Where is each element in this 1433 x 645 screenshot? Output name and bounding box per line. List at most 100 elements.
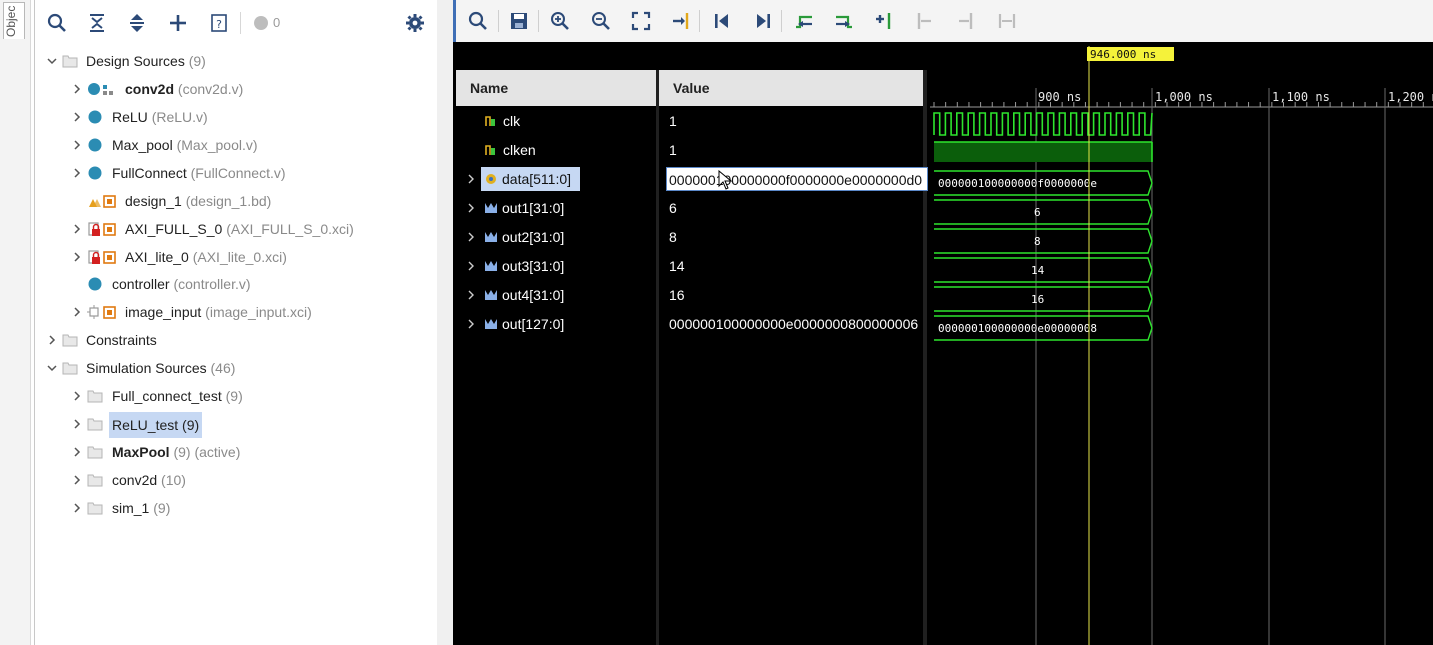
bus-signal-icon bbox=[486, 174, 496, 184]
go-to-cursor-icon[interactable] bbox=[669, 9, 693, 33]
tree-suffix: (9) bbox=[182, 417, 200, 433]
bus-value-out2: 8 bbox=[1034, 235, 1041, 248]
objects-side-tab[interactable]: Objec bbox=[0, 0, 31, 645]
locked-ip-icon bbox=[88, 250, 116, 264]
chevron-right-icon[interactable] bbox=[467, 261, 475, 271]
go-to-start-icon[interactable] bbox=[710, 9, 734, 33]
tree-suffix: (image_input.xci) bbox=[205, 304, 312, 320]
chevron-right-icon[interactable] bbox=[72, 252, 82, 262]
tree-item-axi-full-s-0[interactable]: AXI_FULL_S_0 (AXI_FULL_S_0.xci) bbox=[35, 217, 435, 241]
chevron-right-icon[interactable] bbox=[72, 307, 82, 317]
signal-name: out[127:0] bbox=[502, 316, 565, 332]
chevron-right-icon[interactable] bbox=[72, 447, 82, 457]
verilog-module-icon bbox=[88, 110, 102, 124]
sources-toolbar: ? 0 bbox=[35, 0, 438, 46]
previous-transition-icon[interactable] bbox=[792, 9, 816, 33]
tree-label: sim_1 bbox=[112, 500, 150, 516]
tree-label: Simulation Sources bbox=[86, 360, 207, 376]
chevron-right-icon[interactable] bbox=[72, 168, 82, 178]
chevron-right-icon[interactable] bbox=[467, 232, 475, 242]
objects-tab-label[interactable]: Objec bbox=[3, 2, 25, 39]
verilog-module-icon bbox=[88, 138, 102, 152]
gear-icon[interactable] bbox=[403, 11, 427, 35]
tree-suffix: (9) (active) bbox=[173, 444, 241, 460]
name-column-header[interactable]: Name bbox=[456, 70, 656, 106]
tree-item-simulation-sources[interactable]: Simulation Sources (46) bbox=[35, 356, 435, 380]
tree-item-max-pool[interactable]: Max_pool (Max_pool.v) bbox=[35, 133, 435, 157]
panel-splitter[interactable] bbox=[437, 0, 453, 645]
chevron-right-icon[interactable] bbox=[72, 419, 82, 429]
tree-item-relu-test[interactable]: ReLU_test (9) bbox=[35, 412, 435, 438]
signal-bit-icon bbox=[485, 145, 495, 155]
bus-value-out4: 16 bbox=[1031, 293, 1044, 306]
signal-value: 1 bbox=[669, 142, 677, 158]
tree-item-image-input[interactable]: image_input (image_input.xci) bbox=[35, 300, 435, 324]
chevron-right-icon[interactable] bbox=[72, 475, 82, 485]
status-dot-icon[interactable] bbox=[249, 11, 273, 35]
expand-all-icon[interactable] bbox=[125, 11, 149, 35]
signal-name: out3[31:0] bbox=[502, 258, 565, 274]
zoom-in-icon[interactable] bbox=[548, 9, 572, 33]
waveform-canvas[interactable]: 900 ns 1,000 ns 1,100 ns 1,200 ns 000000… bbox=[930, 42, 1433, 645]
tree-label: design_1 bbox=[125, 193, 182, 209]
signal-value: 1 bbox=[669, 113, 677, 129]
tree-item-design-sources[interactable]: Design Sources (9) bbox=[35, 49, 435, 73]
add-marker-icon[interactable] bbox=[872, 9, 896, 33]
value-column-header[interactable]: Value bbox=[659, 70, 923, 106]
signal-name: out1[31:0] bbox=[502, 200, 565, 216]
collapse-all-icon[interactable] bbox=[85, 11, 109, 35]
signal-name: out2[31:0] bbox=[502, 229, 565, 245]
folder-icon bbox=[62, 362, 78, 375]
tree-label: AXI_FULL_S_0 bbox=[125, 221, 223, 237]
signal-value: 000000100000000e0000000800000006 bbox=[669, 316, 919, 332]
tree-suffix: (46) bbox=[210, 360, 236, 376]
chevron-right-icon[interactable] bbox=[467, 174, 475, 184]
tree-item-constraints[interactable]: Constraints bbox=[35, 328, 435, 352]
chevron-right-icon[interactable] bbox=[72, 503, 82, 513]
tree-suffix: (AXI_FULL_S_0.xci) bbox=[226, 221, 354, 237]
tree-suffix: (design_1.bd) bbox=[185, 193, 272, 209]
search-icon[interactable] bbox=[466, 9, 490, 33]
tree-suffix: (9) bbox=[188, 53, 206, 69]
chevron-right-icon[interactable] bbox=[467, 203, 475, 213]
tree-item-controller[interactable]: controller (controller.v) bbox=[35, 272, 435, 296]
next-transition-icon[interactable] bbox=[832, 9, 856, 33]
tree-item-design-1[interactable]: design_1 (design_1.bd) bbox=[35, 189, 435, 213]
signal-value-selected[interactable]: 000000100000000f0000000e0000000d0 bbox=[666, 167, 928, 191]
tree-item-conv2d-sim[interactable]: conv2d (10) bbox=[35, 468, 435, 492]
chevron-right-icon[interactable] bbox=[72, 112, 82, 122]
tree-item-sim-1[interactable]: sim_1 (9) bbox=[35, 496, 435, 520]
tree-item-fullconnect[interactable]: FullConnect (FullConnect.v) bbox=[35, 161, 435, 185]
tree-item-relu[interactable]: ReLU (ReLU.v) bbox=[35, 105, 435, 129]
zoom-fit-icon[interactable] bbox=[629, 9, 653, 33]
chevron-right-icon[interactable] bbox=[467, 319, 475, 329]
chevron-down-icon[interactable] bbox=[47, 56, 57, 66]
chevron-right-icon[interactable] bbox=[467, 290, 475, 300]
save-icon[interactable] bbox=[507, 9, 531, 33]
swap-cursors-icon bbox=[995, 9, 1019, 33]
ruler-label-1000: 1,000 ns bbox=[1155, 90, 1213, 104]
properties-icon[interactable]: ? bbox=[207, 11, 231, 35]
go-to-end-icon[interactable] bbox=[751, 9, 775, 33]
ruler-label-1200: 1,200 ns bbox=[1388, 90, 1433, 104]
tree-label: Constraints bbox=[86, 332, 157, 348]
signal-value: 16 bbox=[669, 287, 685, 303]
tree-item-conv2d[interactable]: conv2d (conv2d.v) bbox=[35, 77, 435, 101]
chevron-down-icon[interactable] bbox=[47, 363, 57, 373]
signal-name: data[511:0] bbox=[502, 171, 572, 187]
chevron-right-icon[interactable] bbox=[47, 335, 57, 345]
tree-suffix: (9) bbox=[225, 388, 243, 404]
chevron-right-icon[interactable] bbox=[72, 84, 82, 94]
tree-label: Full_connect_test bbox=[112, 388, 222, 404]
chevron-right-icon[interactable] bbox=[72, 140, 82, 150]
zoom-out-icon[interactable] bbox=[589, 9, 613, 33]
tree-item-axi-lite-0[interactable]: AXI_lite_0 (AXI_lite_0.xci) bbox=[35, 245, 435, 269]
folder-icon bbox=[87, 502, 103, 515]
search-icon[interactable] bbox=[45, 11, 69, 35]
tree-item-maxpool[interactable]: MaxPool (9) (active) bbox=[35, 440, 435, 464]
mouse-pointer-icon bbox=[718, 170, 732, 190]
add-sources-icon[interactable] bbox=[166, 11, 190, 35]
tree-item-full-connect-test[interactable]: Full_connect_test (9) bbox=[35, 384, 435, 408]
chevron-right-icon[interactable] bbox=[72, 391, 82, 401]
chevron-right-icon[interactable] bbox=[72, 224, 82, 234]
